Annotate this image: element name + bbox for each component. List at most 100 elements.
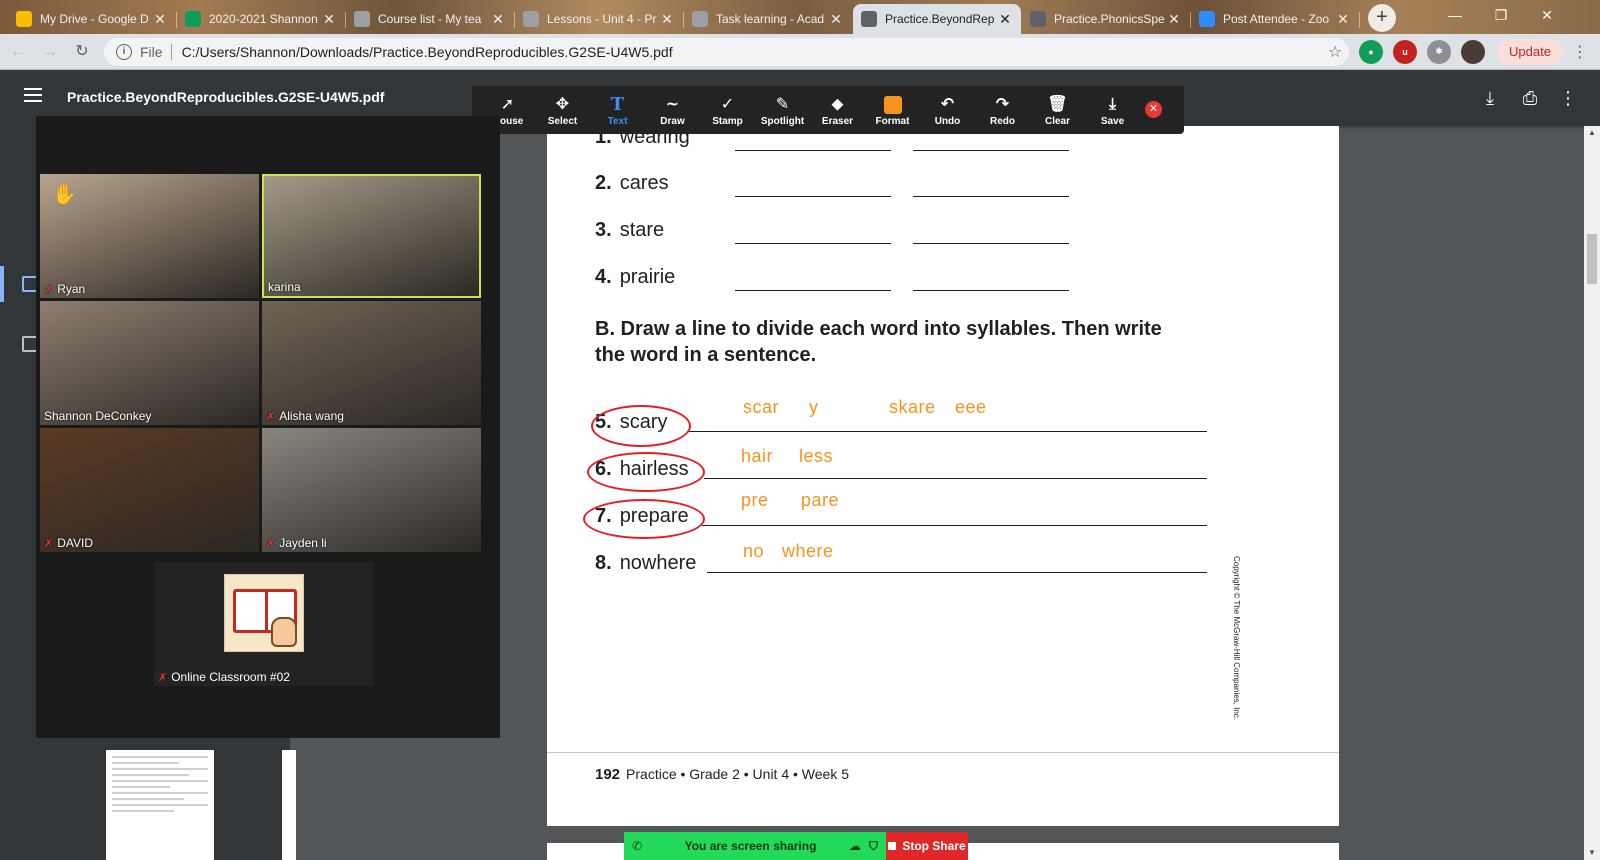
participant-video[interactable]: Shannon DeConkey [40,301,259,425]
browser-tab[interactable]: Lessons - Unit 4 - Pr ✕ [515,4,684,34]
participant-video[interactable]: ✗ DAVID [40,428,259,552]
draw-icon: ∼ [665,95,680,113]
sentence-line[interactable] [704,478,1207,479]
sentence-line[interactable] [702,525,1207,526]
answer-blank[interactable] [735,150,891,151]
share-status: ✆ You are screen sharing ☁ ⛉ [624,832,886,860]
minimize-window-button[interactable]: — [1432,0,1478,30]
tool-label: Draw [660,115,685,127]
answer-blank[interactable] [913,290,1069,291]
close-tab-icon[interactable]: ✕ [659,11,675,27]
draw-tool-button[interactable]: ∼ Draw [645,86,700,134]
participant-name: Alisha wang [279,409,344,423]
browser-tab[interactable]: Task learning - Acad ✕ [684,4,852,34]
stamp-tool-button[interactable]: ✓ Stamp [700,86,755,134]
browser-toolbar: ← → ↻ i File C:/Users/Shannon/Downloads/… [0,34,1600,70]
participant-name: Online Classroom #02 [171,670,290,684]
close-window-button[interactable]: ✕ [1524,0,1570,30]
forward-arrow-icon[interactable]: → [36,38,64,66]
participant-name: Jayden li [279,536,327,550]
eraser-tool-button[interactable]: ⬥ Eraser [810,86,865,134]
cloud-icon[interactable]: ☁ [849,839,861,853]
reload-icon[interactable]: ↻ [68,38,96,66]
close-tab-icon[interactable]: ✕ [152,11,168,27]
scroll-up-icon[interactable]: ▲ [1584,126,1600,140]
answer-blank[interactable] [735,243,891,244]
item-number: 8. [595,552,612,574]
answer-blank[interactable] [913,150,1069,151]
close-tab-icon[interactable]: ✕ [997,11,1013,27]
page-thumbnail[interactable] [106,750,214,860]
participant-name: Ryan [57,282,86,296]
participant-video[interactable]: ✗ Jayden li [262,428,481,552]
extension-icon[interactable]: ● [1359,39,1383,64]
answer-blank[interactable] [735,196,891,197]
chrome-menu-icon[interactable]: ⋮ [1569,42,1591,62]
answer-blank[interactable] [913,243,1069,244]
save-tool-button[interactable]: ⤓ Save [1085,86,1140,134]
participant-video[interactable]: ✗ Alisha wang [262,301,481,425]
close-tab-icon[interactable]: ✕ [828,11,844,27]
more-options-icon[interactable]: ⋮ [1556,86,1580,110]
print-icon[interactable]: ⎙ [1518,86,1542,110]
handwritten-annotation: less [799,446,834,466]
document-icon [692,11,708,27]
bookmark-star-icon[interactable]: ☆ [1321,42,1349,62]
url-text[interactable]: C:/Users/Shannon/Downloads/Practice.Beyo… [182,44,1321,60]
close-tab-icon[interactable]: ✕ [1335,11,1351,27]
browser-tab[interactable]: My Drive - Google D ✕ [8,4,177,34]
move-icon: ✥ [555,95,570,113]
close-tab-icon[interactable]: ✕ [490,11,506,27]
browser-tab[interactable]: 2020-2021 Shannon ✕ [177,4,346,34]
browser-tab[interactable]: Practice.BeyondRep ✕ [853,4,1021,34]
clear-tool-button[interactable]: 🗑 Clear [1030,86,1085,134]
new-tab-button[interactable]: + [1368,4,1396,32]
red-circle-annotation [583,499,705,539]
participant-video[interactable]: ✋ ✗ Ryan [40,174,259,298]
sentence-line[interactable] [707,572,1207,573]
puzzle-icon[interactable]: ✱ [1427,39,1451,64]
select-tool-button[interactable]: ✥ Select [535,86,590,134]
participant-tile[interactable]: ✗ Online Classroom #02 [154,562,374,686]
answer-blank[interactable] [913,196,1069,197]
stop-share-button[interactable]: Stop Share [886,832,968,860]
tab-title: Task learning - Acad [716,12,825,26]
text-icon: T [610,93,625,115]
answer-blank[interactable] [735,290,891,291]
undo-tool-button[interactable]: ↶ Undo [920,86,975,134]
close-tab-icon[interactable]: ✕ [1166,11,1182,27]
redo-tool-button[interactable]: ↷ Redo [975,86,1030,134]
hamburger-menu-icon[interactable] [24,88,42,102]
browser-tab[interactable]: Post Attendee - Zoo ✕ [1191,4,1360,34]
item-word: cares [619,172,669,194]
google-drive-icon [16,11,32,27]
scrollbar-thumb[interactable] [1587,234,1597,284]
update-button[interactable]: Update [1497,38,1563,65]
spotlight-tool-button[interactable]: ✎ Spotlight [755,86,810,134]
muted-mic-icon: ✗ [44,283,54,296]
browser-tab[interactable]: Course list - My tea ✕ [346,4,515,34]
vertical-scrollbar[interactable]: ▲ ▼ [1584,126,1600,860]
ublock-icon[interactable]: u [1393,39,1417,64]
browser-tab[interactable]: Practice.PhonicsSpe ✕ [1022,4,1191,34]
zoom-icon [1199,11,1215,27]
text-tool-button[interactable]: T Text [590,86,645,134]
restore-window-button[interactable]: ❐ [1478,0,1524,30]
shield-icon[interactable]: ⛉ [869,839,878,854]
info-icon[interactable]: i [116,43,132,60]
tool-label: Save [1100,115,1125,127]
pdf-page: 1. wearing 2. cares 3. stare 4. prairie B. Draw… [547,126,1339,826]
back-arrow-icon[interactable]: ← [4,38,32,66]
format-tool-button[interactable]: Format [865,86,920,134]
red-circle-annotation [591,405,691,447]
participant-video[interactable]: karina [262,174,481,298]
sentence-line[interactable] [689,431,1207,432]
sidebar-scrollbar[interactable] [282,750,296,860]
close-annotation-icon[interactable]: ✕ [1145,101,1162,118]
avatar[interactable] [1461,39,1485,64]
address-bar[interactable]: i File C:/Users/Shannon/Downloads/Practi… [104,37,1349,66]
close-tab-icon[interactable]: ✕ [321,11,337,27]
tool-label: Eraser [821,115,854,127]
scroll-down-icon[interactable]: ▼ [1584,846,1600,860]
download-icon[interactable]: ⤓ [1478,86,1502,110]
